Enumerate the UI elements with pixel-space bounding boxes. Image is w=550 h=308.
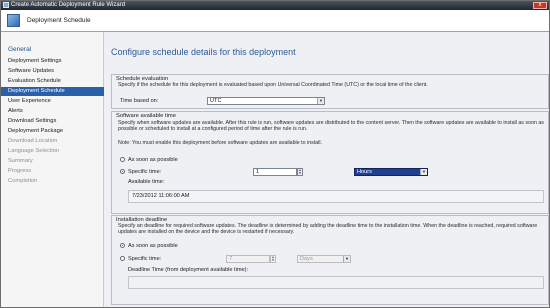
sidebar-item-language-selection: Language Selection xyxy=(8,148,60,154)
deadline-unit-value: Days xyxy=(300,256,313,262)
window-title: Create Automatic Deployment Rule Wizard xyxy=(11,2,126,8)
available-specific-time-radio[interactable] xyxy=(120,169,125,174)
deadline-amount-input[interactable]: 7 xyxy=(226,255,270,263)
spin-down-icon: ▼ xyxy=(298,171,302,175)
deployment-schedule-icon xyxy=(7,14,20,27)
available-time-unit-dropdown[interactable]: Hours ▼ xyxy=(354,168,428,176)
available-time-amount-input[interactable]: 1 xyxy=(253,168,297,176)
spin-down-icon: ▼ xyxy=(271,258,275,262)
deadline-time-display xyxy=(128,276,544,289)
installation-deadline-group: Installation deadline Specify an deadlin… xyxy=(111,215,549,305)
title-bar: Create Automatic Deployment Rule Wizard … xyxy=(1,1,549,10)
software-available-time-description: Specify when software updates are availa… xyxy=(118,120,544,133)
wizard-sidebar: General Deployment Settings Software Upd… xyxy=(1,32,104,307)
available-asap-radio[interactable] xyxy=(120,157,125,162)
wizard-app-icon xyxy=(3,2,9,8)
sidebar-item-deployment-schedule[interactable]: Deployment Schedule xyxy=(1,87,104,96)
deadline-specific-time-radio[interactable] xyxy=(120,256,125,261)
sidebar-heading-general: General xyxy=(8,46,32,53)
available-time-unit-value: Hours xyxy=(357,169,372,175)
available-time-spinner[interactable]: ▲ ▼ xyxy=(297,168,303,176)
deadline-spinner[interactable]: ▲ ▼ xyxy=(270,255,276,263)
sidebar-item-deployment-package[interactable]: Deployment Package xyxy=(1,127,104,136)
schedule-evaluation-group: Schedule evaluation Specify if the sched… xyxy=(111,74,549,109)
available-time-display: 7/23/2012 11:06:00 AM xyxy=(128,190,544,203)
sidebar-item-deployment-settings[interactable]: Deployment Settings xyxy=(1,57,104,66)
page-title: Configure schedule details for this depl… xyxy=(111,47,296,57)
deadline-time-label: Deadline Time (from deployment available… xyxy=(128,267,249,273)
sidebar-item-user-experience[interactable]: User Experience xyxy=(1,97,104,106)
software-available-time-note: Note: You must enable this deployment be… xyxy=(118,140,323,146)
available-asap-label: As soon as possible xyxy=(128,157,178,163)
wizard-header: Deployment Schedule xyxy=(1,10,549,32)
available-specific-time-label: Specific time: xyxy=(128,169,162,175)
schedule-evaluation-description: Specify if the schedule for this deploym… xyxy=(118,82,428,88)
available-time-label: Available time: xyxy=(128,179,165,185)
software-available-time-group: Software available time Specify when sof… xyxy=(111,111,549,214)
deadline-unit-dropdown[interactable]: Days ▼ xyxy=(297,255,351,263)
deadline-specific-time-label: Specific time: xyxy=(128,256,162,262)
deadline-asap-label: As soon as possible xyxy=(128,243,178,249)
sidebar-item-download-settings[interactable]: Download Settings xyxy=(1,117,104,126)
software-available-time-legend: Software available time xyxy=(116,113,176,119)
close-button[interactable]: x xyxy=(533,2,547,9)
sidebar-item-summary: Summary xyxy=(8,158,33,164)
deadline-asap-radio[interactable] xyxy=(120,243,125,248)
sidebar-item-progress: Progress xyxy=(8,168,32,174)
sidebar-item-alerts[interactable]: Alerts xyxy=(1,107,104,116)
time-based-on-dropdown[interactable]: UTC ▼ xyxy=(207,97,325,105)
sidebar-item-software-updates[interactable]: Software Updates xyxy=(1,67,104,76)
sidebar-item-download-location: Download Location xyxy=(8,138,58,144)
time-based-on-value: UTC xyxy=(210,98,222,104)
chevron-down-icon: ▼ xyxy=(343,256,350,262)
main-panel: Configure schedule details for this depl… xyxy=(105,32,549,307)
chevron-down-icon: ▼ xyxy=(420,169,427,175)
sidebar-item-completion: Completion xyxy=(8,178,38,184)
header-title: Deployment Schedule xyxy=(27,17,91,24)
wizard-window: Create Automatic Deployment Rule Wizard … xyxy=(0,0,550,308)
sidebar-item-evaluation-schedule[interactable]: Evaluation Schedule xyxy=(1,77,104,86)
chevron-down-icon: ▼ xyxy=(317,98,324,104)
time-based-on-label: Time based on: xyxy=(120,98,159,104)
installation-deadline-description: Specify an deadline for required softwar… xyxy=(118,223,538,236)
